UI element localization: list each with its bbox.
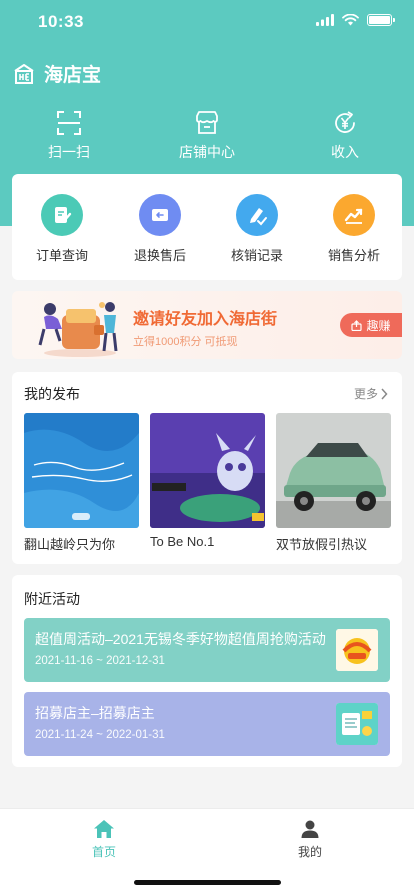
my-posts-card: 我的发布 更多 翻山越岭只为你 To Be No.1 双节放假引热议 [12,372,402,564]
post-item[interactable]: To Be No.1 [150,413,265,549]
order-icon [41,194,83,236]
order-query-button[interactable]: 订单查询 [17,194,107,264]
store-center-label: 店铺中心 [179,144,235,160]
nearby-activities-card: 附近活动 超值周活动–2021无锡冬季好物超值周抢购活动 2021-11-16 … [12,575,402,767]
activity-title: 招募店主–招募店主 [35,705,155,721]
status-bar: 10:33 [0,0,414,44]
return-service-label: 退换售后 [133,248,186,263]
invite-banner[interactable]: 邀请好友加入海店街 立得1000积分 可抵现 趣赚 [12,291,402,359]
earn-button[interactable]: 趣赚 [340,313,402,337]
store-center-button[interactable]: 店铺中心 [162,110,252,162]
store-logo-icon [14,63,34,84]
app-title: 海店宝 [44,65,102,86]
return-icon [139,194,181,236]
wifi-icon [342,14,359,26]
scan-label: 扫一扫 [48,144,90,160]
banner-subtitle: 立得1000积分 可抵现 [133,336,238,348]
order-query-label: 订单查询 [35,248,88,263]
earn-button-label: 趣赚 [366,318,391,333]
my-posts-title: 我的发布 [24,386,80,402]
post-caption: To Be No.1 [150,534,215,549]
app-header: 海店宝 [12,60,101,87]
top-actions: 扫一扫 店铺中心 收入 [0,110,414,166]
income-icon [335,111,355,133]
scan-icon [57,111,81,135]
verification-record-label: 核销记录 [230,248,283,263]
nearby-activities-title: 附近活动 [24,591,80,607]
activity-thumbnail [336,703,378,745]
activity-date: 2021-11-16 ~ 2021-12-31 [35,655,165,667]
verify-icon [236,194,278,236]
income-label: 收入 [331,144,359,160]
return-service-button[interactable]: 退换售后 [115,194,205,264]
share-icon [351,319,363,331]
home-indicator [134,880,281,885]
tab-mine-label: 我的 [297,845,322,859]
post-item[interactable]: 双节放假引热议 [276,413,391,553]
post-caption: 双节放假引热议 [276,537,368,552]
banner-title: 邀请好友加入海店街 [133,311,278,328]
sales-analysis-label: 销售分析 [327,248,380,263]
tab-mine[interactable]: 我的 [260,819,360,860]
more-label: 更多 [353,387,378,401]
activity-item[interactable]: 超值周活动–2021无锡冬季好物超值周抢购活动 2021-11-16 ~ 202… [24,618,390,682]
verification-record-button[interactable]: 核销记录 [212,194,302,264]
post-item[interactable]: 翻山越岭只为你 [24,413,139,553]
more-link[interactable]: 更多 [354,385,388,402]
tab-home-label: 首页 [91,845,116,859]
activity-item[interactable]: 招募店主–招募店主 2021-11-24 ~ 2022-01-31 [24,692,390,756]
chevron-right-icon [381,387,388,400]
tab-home[interactable]: 首页 [54,819,154,860]
sales-analysis-button[interactable]: 销售分析 [309,194,399,264]
activity-title: 超值周活动–2021无锡冬季好物超值周抢购活动 [35,631,326,647]
scan-button[interactable]: 扫一扫 [24,110,114,162]
user-icon [301,820,319,838]
post-thumbnail [150,413,265,528]
activity-thumbnail [336,629,378,671]
activity-date: 2021-11-24 ~ 2022-01-31 [35,729,165,741]
battery-icon [367,14,395,26]
post-caption: 翻山越岭只为你 [24,537,116,552]
status-icons [316,14,395,26]
chart-icon [333,194,375,236]
store-icon [196,111,218,134]
signal-icon [316,14,334,26]
status-time: 10:33 [38,12,84,31]
post-thumbnail [276,413,391,528]
income-button[interactable]: 收入 [300,110,390,162]
invite-illustration [38,302,118,357]
post-thumbnail [24,413,139,528]
home-icon [94,820,114,838]
quick-menu-card: 订单查询 退换售后 核销记录 销售分析 [12,174,402,280]
